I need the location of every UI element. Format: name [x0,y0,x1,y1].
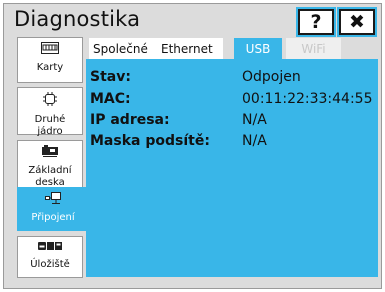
tab-ethernet[interactable]: Ethernet [157,38,223,59]
sidebar-item-connection[interactable]: Připojení [17,187,89,231]
diagnostics-window: Diagnostika ? ✖ Karty Druhé jádro Základ… [3,3,382,289]
sidebar-item-second-core[interactable]: Druhé jádro [17,87,83,137]
card-icon [41,42,59,58]
chip-icon [43,92,57,110]
tab-wifi: WiFi [286,38,341,59]
tab-common[interactable]: Společné [89,38,157,59]
sidebar-item-motherboard[interactable]: Základní deska [17,140,83,190]
sidebar-item-label: Karty [36,62,64,73]
sidebar-item-storage[interactable]: Úložiště [17,236,83,278]
help-button[interactable]: ? [298,9,334,35]
sidebar-item-label: Úložiště [30,259,70,270]
sidebar-item-label: Připojení [31,212,75,223]
status-value: Odpojen [242,69,301,85]
status-label: Stav: [90,69,131,85]
sidebar-item-cards[interactable]: Karty [17,37,83,83]
motherboard-icon [42,145,58,161]
ip-label: IP adresa: [90,112,170,128]
sidebar-item-label: Základní deska [28,165,72,188]
connection-icon [45,192,61,208]
sidebar-item-label: Druhé jádro [34,114,66,137]
close-button[interactable]: ✖ [339,9,375,35]
subnet-mask-label: Maska podsítě: [90,133,210,149]
window-title: Diagnostika [14,7,141,31]
mac-label: MAC: [90,91,131,107]
storage-icon [38,241,62,255]
mac-value: 00:11:22:33:44:55 [242,91,373,107]
tab-usb[interactable]: USB [234,38,282,60]
ip-value: N/A [242,112,267,128]
subnet-mask-value: N/A [242,133,267,149]
